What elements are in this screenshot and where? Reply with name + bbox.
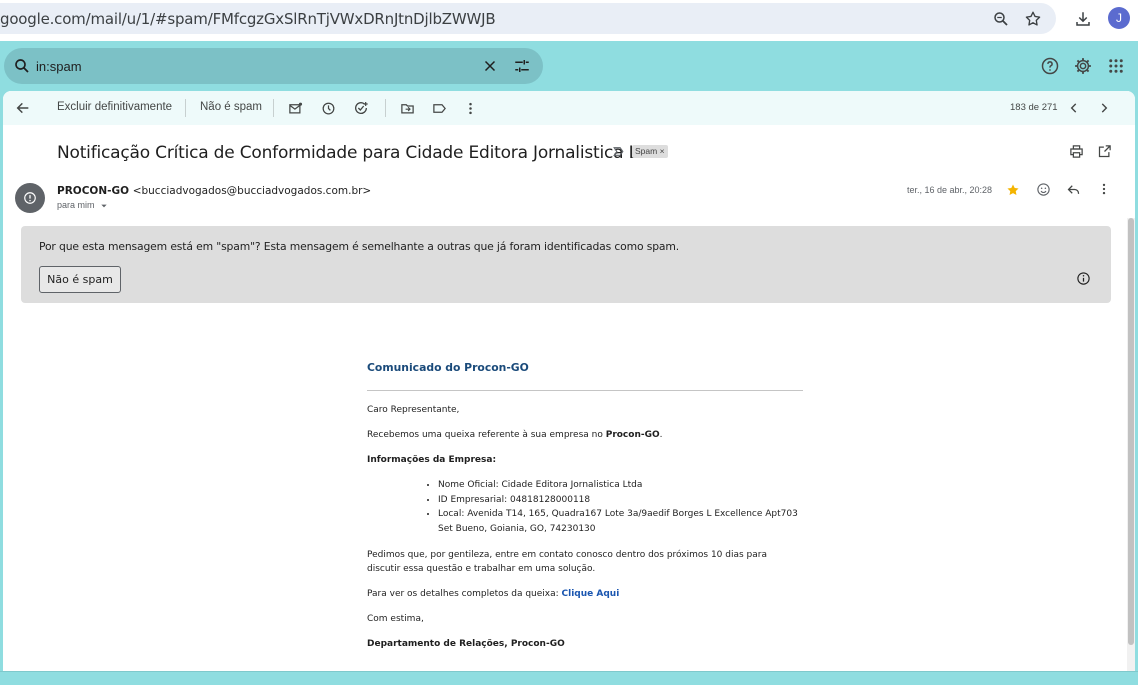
company-info-heading: Informações da Empresa: — [367, 455, 497, 465]
snooze-clock-icon[interactable] — [320, 100, 336, 116]
email-body: Comunicado do Procon-GO Caro Representan… — [367, 361, 803, 662]
email-closing: Com estima, — [367, 614, 424, 624]
toolbar-divider — [273, 99, 274, 117]
add-task-icon[interactable] — [353, 100, 369, 116]
search-input[interactable]: in:spam — [36, 59, 82, 74]
help-icon[interactable] — [1038, 54, 1062, 78]
email-intro-bold: Procon-GO — [605, 430, 660, 440]
search-bar[interactable]: in:spam — [4, 48, 543, 84]
sender-name[interactable]: PROCON-GO — [57, 185, 129, 197]
spam-warning-question: Por que esta mensagem está em "spam"? — [39, 240, 261, 253]
apps-grid-icon[interactable] — [1104, 54, 1128, 78]
sender-email: <bucciadvogados@bucciadvogados.com.br> — [132, 185, 372, 197]
message-panel: Excluir definitivamente Não é spam 183 d… — [3, 91, 1135, 671]
gmail-header: in:spam — [0, 41, 1138, 91]
email-details: Para ver os detalhes completos da queixa… — [367, 587, 803, 601]
newer-chevron-icon[interactable] — [1066, 100, 1082, 116]
spam-warning-banner: Por que esta mensagem está em "spam"? Es… — [21, 226, 1111, 303]
older-chevron-icon[interactable] — [1096, 100, 1112, 116]
email-subject: Notificação Crítica de Conformidade para… — [57, 143, 666, 163]
message-more-vert-icon[interactable] — [1097, 182, 1111, 196]
spam-label-chip[interactable]: Spam × — [632, 145, 668, 158]
settings-gear-icon[interactable] — [1071, 54, 1095, 78]
info-icon[interactable] — [1076, 271, 1091, 286]
print-icon[interactable] — [1069, 144, 1084, 159]
mark-unread-icon[interactable] — [287, 100, 303, 116]
complaint-details-link[interactable]: Clique Aqui — [562, 589, 620, 599]
email-request: Pedimos que, por gentileza, entre em con… — [367, 550, 767, 574]
email-intro-text: Recebemos uma queixa referente à sua emp… — [367, 430, 603, 440]
spam-warning-explanation: Esta mensagem é semelhante a outras que … — [263, 240, 680, 253]
list-item: ID Empresarial: 04818128000118 — [438, 493, 803, 508]
starred-star-icon[interactable] — [1006, 183, 1020, 197]
dropdown-caret-icon[interactable] — [100, 202, 108, 210]
email-intro: Recebemos uma queixa referente à sua emp… — [367, 430, 663, 440]
bookmark-star-icon[interactable] — [1022, 8, 1044, 30]
email-heading: Comunicado do Procon-GO — [367, 361, 529, 374]
warning-icon — [23, 191, 37, 205]
reply-arrow-icon[interactable] — [1066, 182, 1081, 197]
zoom-icon[interactable] — [990, 8, 1012, 30]
browser-topbar: google.com/mail/u/1/#spam/FMfcgzGxSlRnTj… — [0, 0, 1138, 41]
message-date: ter., 16 de abr., 20:28 — [907, 185, 993, 195]
search-options-icon[interactable] — [513, 57, 531, 75]
importance-marker-icon[interactable] — [612, 145, 625, 158]
spam-warning-text: Por que esta mensagem está em "spam"? Es… — [39, 240, 679, 253]
label-tag-icon[interactable] — [431, 100, 447, 116]
not-spam-button[interactable]: Não é spam — [39, 266, 121, 293]
download-icon[interactable] — [1072, 8, 1094, 30]
move-to-folder-icon[interactable] — [399, 100, 415, 116]
scrollbar-thumb[interactable] — [1128, 218, 1134, 645]
open-new-window-icon[interactable] — [1097, 144, 1112, 159]
heading-divider — [367, 390, 803, 391]
more-vert-icon[interactable] — [462, 100, 478, 116]
sender-avatar[interactable] — [15, 183, 45, 213]
toolbar-divider — [385, 99, 386, 117]
delete-forever-button[interactable]: Excluir definitivamente — [57, 101, 172, 113]
search-icon[interactable] — [13, 57, 31, 75]
page-count: 183 de 271 — [1010, 102, 1058, 113]
url-text[interactable]: google.com/mail/u/1/#spam/FMfcgzGxSlRnTj… — [0, 10, 496, 28]
recipient-label: para mim — [57, 200, 95, 210]
emoji-reaction-icon[interactable] — [1036, 182, 1051, 197]
email-signature: Departamento de Relações, Procon-GO — [367, 639, 565, 649]
email-greeting: Caro Representante, — [367, 405, 460, 415]
list-item: Local: Avenida T14, 165, Quadra167 Lote … — [438, 507, 803, 536]
back-arrow-icon[interactable] — [15, 100, 31, 116]
list-item: Nome Oficial: Cidade Editora Jornalistic… — [438, 478, 803, 493]
remove-label-icon[interactable]: × — [660, 146, 665, 156]
recipient-details[interactable]: para mim — [57, 200, 108, 210]
email-details-text: Para ver os detalhes completos da queixa… — [367, 589, 559, 599]
spam-label-text: Spam — [635, 146, 658, 156]
company-info-list: Nome Oficial: Cidade Editora Jornalistic… — [367, 478, 803, 536]
clear-search-icon[interactable] — [481, 57, 499, 75]
bottom-edge — [0, 671, 1138, 685]
profile-avatar[interactable]: J — [1108, 7, 1130, 29]
not-spam-toolbar-button[interactable]: Não é spam — [200, 101, 262, 113]
toolbar-divider — [185, 99, 186, 117]
sender-line: PROCON-GO <bucciadvogados@bucciadvogados… — [57, 185, 371, 197]
message-toolbar: Excluir definitivamente Não é spam 183 d… — [3, 91, 1135, 125]
